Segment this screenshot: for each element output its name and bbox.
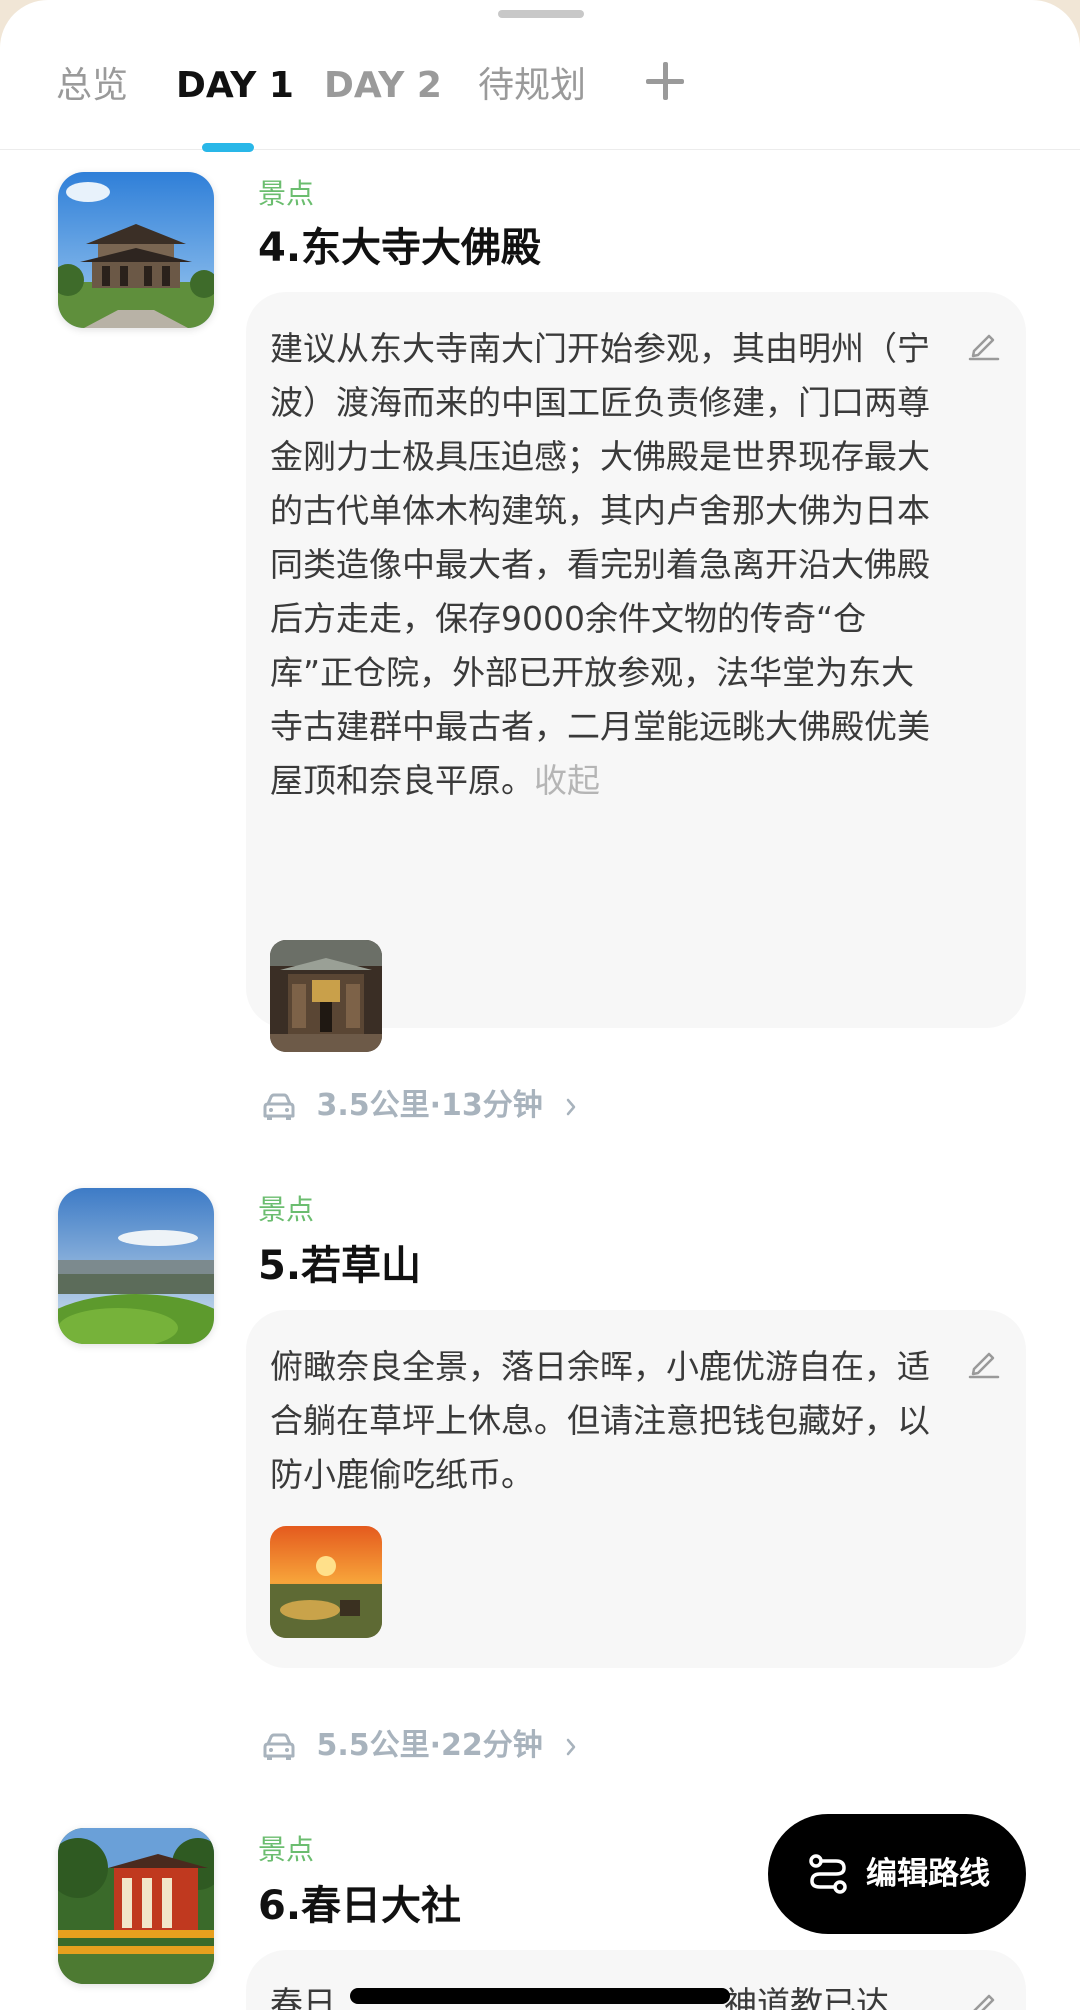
category-label: 景点 bbox=[258, 177, 315, 210]
poi-note-card: 建议从东大寺南大门开始参观，其由明州（宁波）渡海而来的中国工匠负责修建，门口两尊… bbox=[246, 292, 1026, 1052]
itinerary-sheet: 总览 DAY 1 DAY 2 待规划 景点 4.东大寺大佛殿 建议从东大寺南大门… bbox=[0, 0, 1080, 2010]
poi-title[interactable]: 5.若草山 bbox=[258, 1240, 421, 1292]
sunset-view-photo[interactable] bbox=[270, 1526, 382, 1638]
category-label: 景点 bbox=[258, 1833, 315, 1866]
tab-to-plan[interactable]: 待规划 bbox=[478, 62, 586, 110]
day-tabs: 总览 DAY 1 DAY 2 待规划 bbox=[0, 0, 1080, 152]
poi-note-card: 俯瞰奈良全景，落日余晖，小鹿优游自在，适合躺在草坪上休息。但请注意把钱包藏好，以… bbox=[246, 1310, 1026, 1668]
tab-day-1[interactable]: DAY 1 bbox=[176, 62, 294, 110]
tab-overview[interactable]: 总览 bbox=[56, 62, 128, 110]
poi-title[interactable]: 4.东大寺大佛殿 bbox=[258, 222, 541, 274]
chevron-right-icon bbox=[566, 1098, 576, 1115]
poi-description: 建议从东大寺南大门开始参观，其由明州（宁波）渡海而来的中国工匠负责修建，门口两尊… bbox=[270, 329, 930, 800]
poi-description: 俯瞰奈良全景，落日余晖，小鹿优游自在，适合躺在草坪上休息。但请注意把钱包藏好，以… bbox=[270, 1347, 930, 1494]
route-distance-time: 3.5公里·13分钟 bbox=[316, 1088, 543, 1123]
edit-route-button[interactable]: 编辑路线 bbox=[768, 1814, 1026, 1934]
car-icon bbox=[263, 1733, 295, 1760]
route-icon bbox=[809, 1854, 847, 1894]
temple-hall-thumbnail[interactable] bbox=[58, 172, 214, 328]
grassy-hill-thumbnail[interactable] bbox=[58, 1188, 214, 1344]
chevron-right-icon bbox=[566, 1738, 576, 1755]
car-icon bbox=[263, 1093, 295, 1120]
edit-icon[interactable] bbox=[966, 1344, 1002, 1380]
active-tab-indicator bbox=[202, 143, 254, 152]
edit-icon[interactable] bbox=[966, 326, 1002, 362]
collapse-link[interactable]: 收起 bbox=[534, 761, 600, 800]
edit-icon[interactable] bbox=[966, 1986, 1002, 2010]
route-segment[interactable]: 3.5公里·13分钟 bbox=[262, 1086, 581, 1126]
temple-detail-photo[interactable] bbox=[270, 940, 382, 1052]
tab-day-2[interactable]: DAY 2 bbox=[324, 62, 442, 110]
edit-route-label: 编辑路线 bbox=[866, 1856, 990, 1892]
plus-icon[interactable] bbox=[644, 60, 686, 102]
route-segment[interactable]: 5.5公里·22分钟 bbox=[262, 1726, 581, 1766]
poi-title[interactable]: 6.春日大社 bbox=[258, 1880, 461, 1932]
redaction-bar bbox=[350, 1988, 730, 2004]
shrine-thumbnail[interactable] bbox=[58, 1828, 214, 1984]
category-label: 景点 bbox=[258, 1193, 315, 1226]
route-distance-time: 5.5公里·22分钟 bbox=[316, 1728, 543, 1763]
